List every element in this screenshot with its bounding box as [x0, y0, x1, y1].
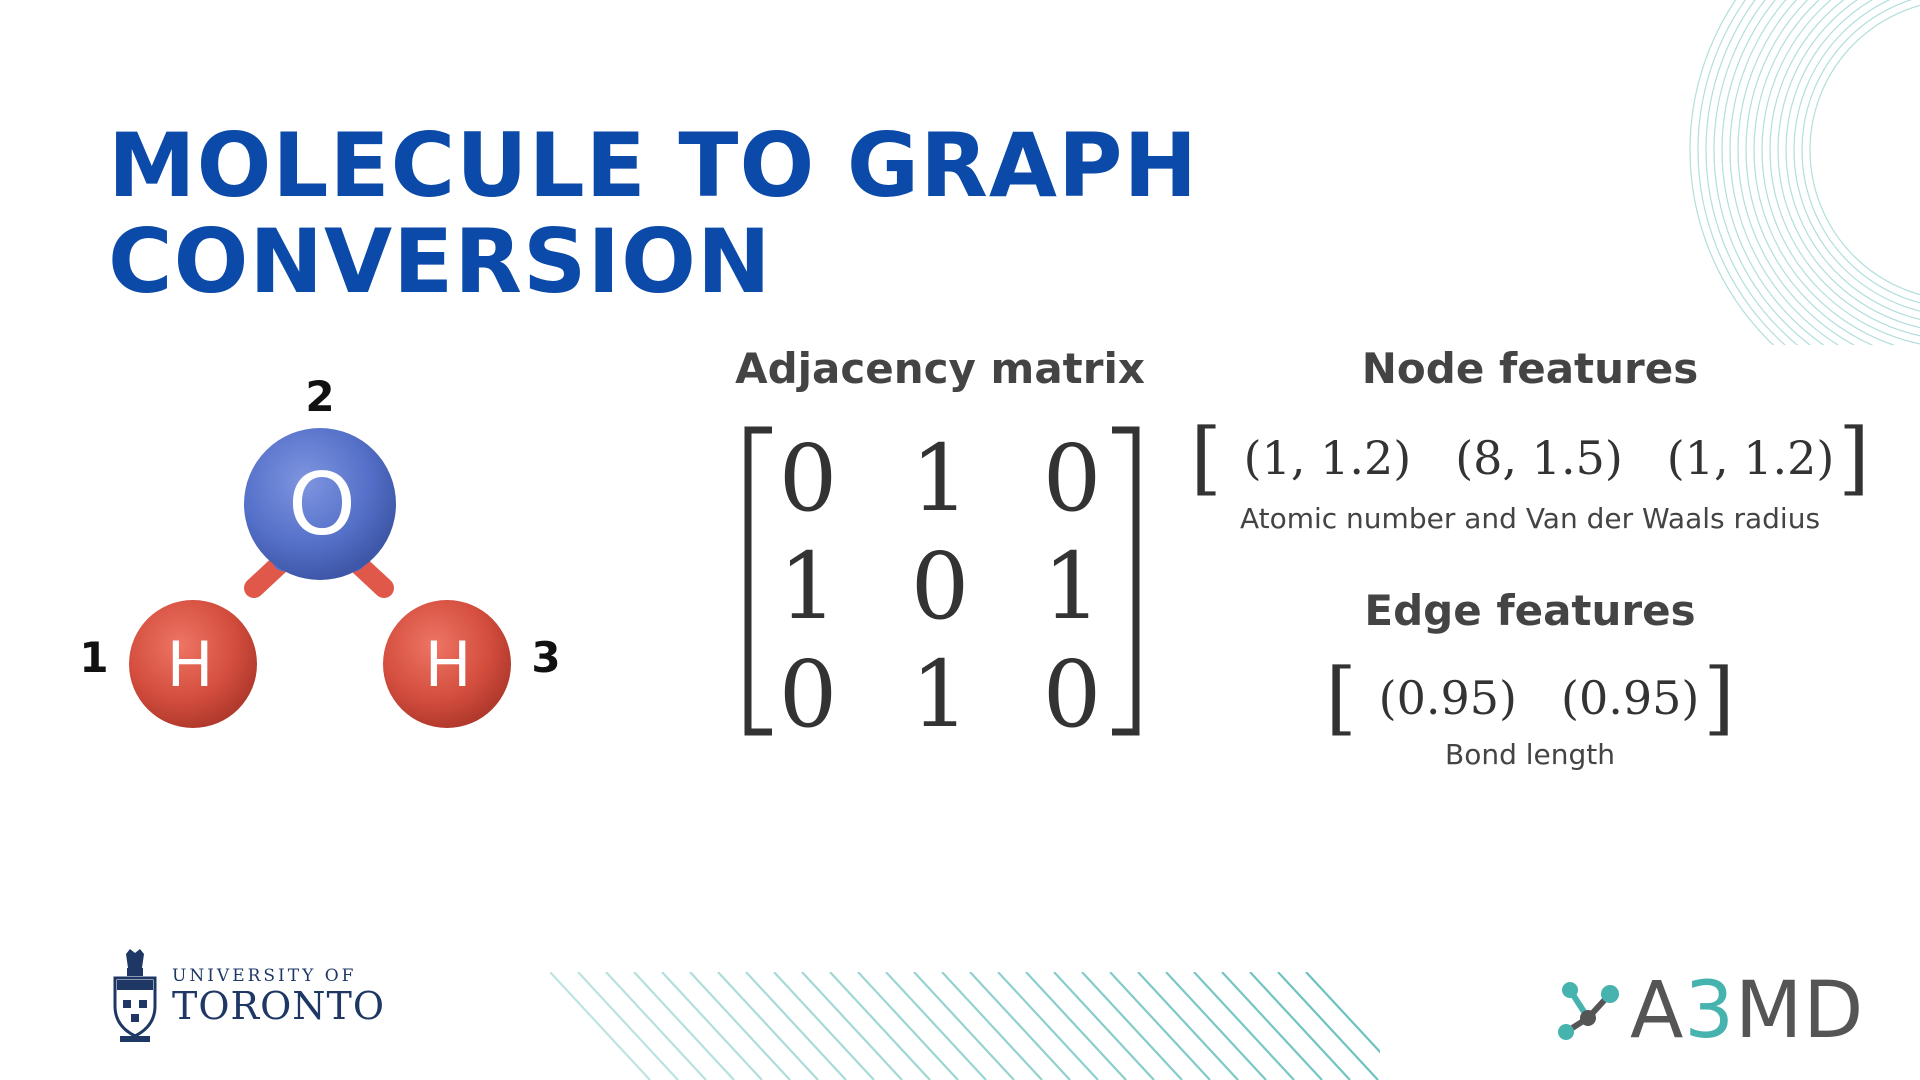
vector-left-bracket: [: [1190, 411, 1222, 504]
a3md-wordmark-suffix: MD: [1735, 966, 1865, 1056]
decorative-stripe: [661, 972, 763, 1080]
edge-feature-entry: (0.95): [1378, 671, 1517, 725]
decorative-stripe: [801, 972, 903, 1080]
node-feature-entry: (1, 1.2): [1243, 431, 1412, 485]
matrix-right-bracket: [1112, 426, 1140, 736]
decorative-stripe: [633, 972, 735, 1080]
decorative-stripe: [969, 972, 1071, 1080]
decorative-arc: [1705, 0, 1799, 345]
atom-hydrogen-1: H: [129, 600, 257, 728]
matrix-left-bracket: [744, 426, 772, 736]
atom-index-label: 1: [79, 633, 108, 682]
page-title-line2: CONVERSION: [108, 210, 772, 313]
decorative-arc: [1689, 0, 1775, 345]
uoft-wordmark-line2: TORONTO: [172, 984, 386, 1028]
matrix-cell: 1: [911, 641, 970, 744]
matrix-cell: 1: [779, 533, 838, 640]
node-feature-entry: (1, 1.2): [1666, 431, 1835, 485]
atom-index-label: 2: [305, 380, 334, 421]
decorative-stripe: [605, 972, 707, 1080]
a3md-wordmark-prefix: A: [1630, 966, 1685, 1056]
node-features-caption: Atomic number and Van der Waals radius: [1239, 502, 1821, 535]
decorative-stripe: [885, 972, 987, 1080]
water-molecule-diagram: H H O 2 1 3: [79, 380, 561, 728]
decorative-stripe: [1305, 972, 1380, 1054]
decorative-arc: [1809, 4, 1920, 296]
decorative-stripe: [550, 972, 651, 1080]
matrix-cell: 1: [1043, 533, 1102, 640]
decorative-stripe: [1249, 972, 1351, 1080]
vector-right-bracket: ]: [1703, 651, 1735, 744]
adjacency-matrix: 0 1 0 1 0 1 0 1 0: [744, 425, 1140, 744]
decorative-arc: [1729, 0, 1840, 345]
edge-features-title: Edge features: [1364, 586, 1696, 635]
decorative-stripe: [857, 972, 959, 1080]
decorative-stripe: [941, 972, 1043, 1080]
vector-left-bracket: [: [1325, 651, 1357, 744]
edge-features-vector: [ (0.95) (0.95) ]: [1325, 658, 1734, 738]
edge-feature-entry: (0.95): [1561, 671, 1700, 725]
node-features-title: Node features: [1361, 344, 1699, 393]
a3md-wordmark-accent: 3: [1684, 966, 1735, 1056]
decorative-arc: [1793, 0, 1920, 312]
atom-index-label: 3: [531, 633, 560, 682]
atom-hydrogen-3: H: [383, 600, 511, 728]
decorative-stripe: [1137, 972, 1239, 1080]
atom-symbol: H: [425, 628, 472, 701]
adjacency-matrix-title: Adjacency matrix: [735, 344, 1145, 393]
decorative-arc: [1769, 0, 1920, 337]
decorative-stripe: [773, 972, 875, 1080]
matrix-cell: 0: [911, 533, 970, 640]
atom-symbol: O: [288, 455, 356, 555]
vector-right-bracket: ]: [1838, 411, 1870, 504]
edge-features-caption: Bond length: [1444, 738, 1616, 771]
decorative-stripe: [717, 972, 819, 1080]
decorative-stripes: [550, 972, 1380, 1080]
decorative-stripe: [1277, 972, 1379, 1080]
node-features-vector: [ (1, 1.2) (8, 1.5) (1, 1.2) ]: [1190, 418, 1869, 498]
decorative-stripe: [1221, 972, 1323, 1080]
university-of-toronto-logo: UNIVERSITY OF TORONTO: [112, 948, 385, 1044]
decorative-arc: [1761, 0, 1920, 345]
decorative-stripe: [1165, 972, 1267, 1080]
matrix-cell: 0: [1043, 425, 1102, 532]
decorative-stripe: [1081, 972, 1183, 1080]
decorative-stripe: [745, 972, 847, 1080]
decorative-stripe: [1109, 972, 1211, 1080]
matrix-cell: 1: [911, 425, 970, 532]
decorative-stripe: [577, 972, 679, 1080]
node-feature-entry: (8, 1.5): [1455, 431, 1623, 485]
decorative-stripe: [913, 972, 1015, 1080]
decorative-stripe: [1025, 972, 1127, 1080]
matrix-cell: 0: [779, 425, 838, 532]
page-title-line1: MOLECULE TO GRAPH: [108, 114, 1199, 217]
uoft-crest-icon: [113, 949, 157, 1042]
decorative-stripe: [1053, 972, 1155, 1080]
a3md-logo: A3MD: [1556, 966, 1864, 1056]
matrix-cell: 0: [779, 641, 838, 744]
decorative-stripe: [997, 972, 1099, 1080]
decorative-stripe: [689, 972, 791, 1080]
page-title: MOLECULE TO GRAPH CONVERSION: [108, 118, 1198, 310]
matrix-cell: 0: [1043, 641, 1102, 744]
decorative-arcs: [1689, 0, 1920, 345]
network-nodes-icon: [1558, 982, 1619, 1040]
atom-oxygen-2: O: [244, 428, 396, 580]
uoft-wordmark-line1: UNIVERSITY OF: [172, 966, 357, 986]
decorative-stripe: [1193, 972, 1295, 1080]
decorative-stripe: [829, 972, 931, 1080]
atom-symbol: H: [167, 628, 214, 701]
